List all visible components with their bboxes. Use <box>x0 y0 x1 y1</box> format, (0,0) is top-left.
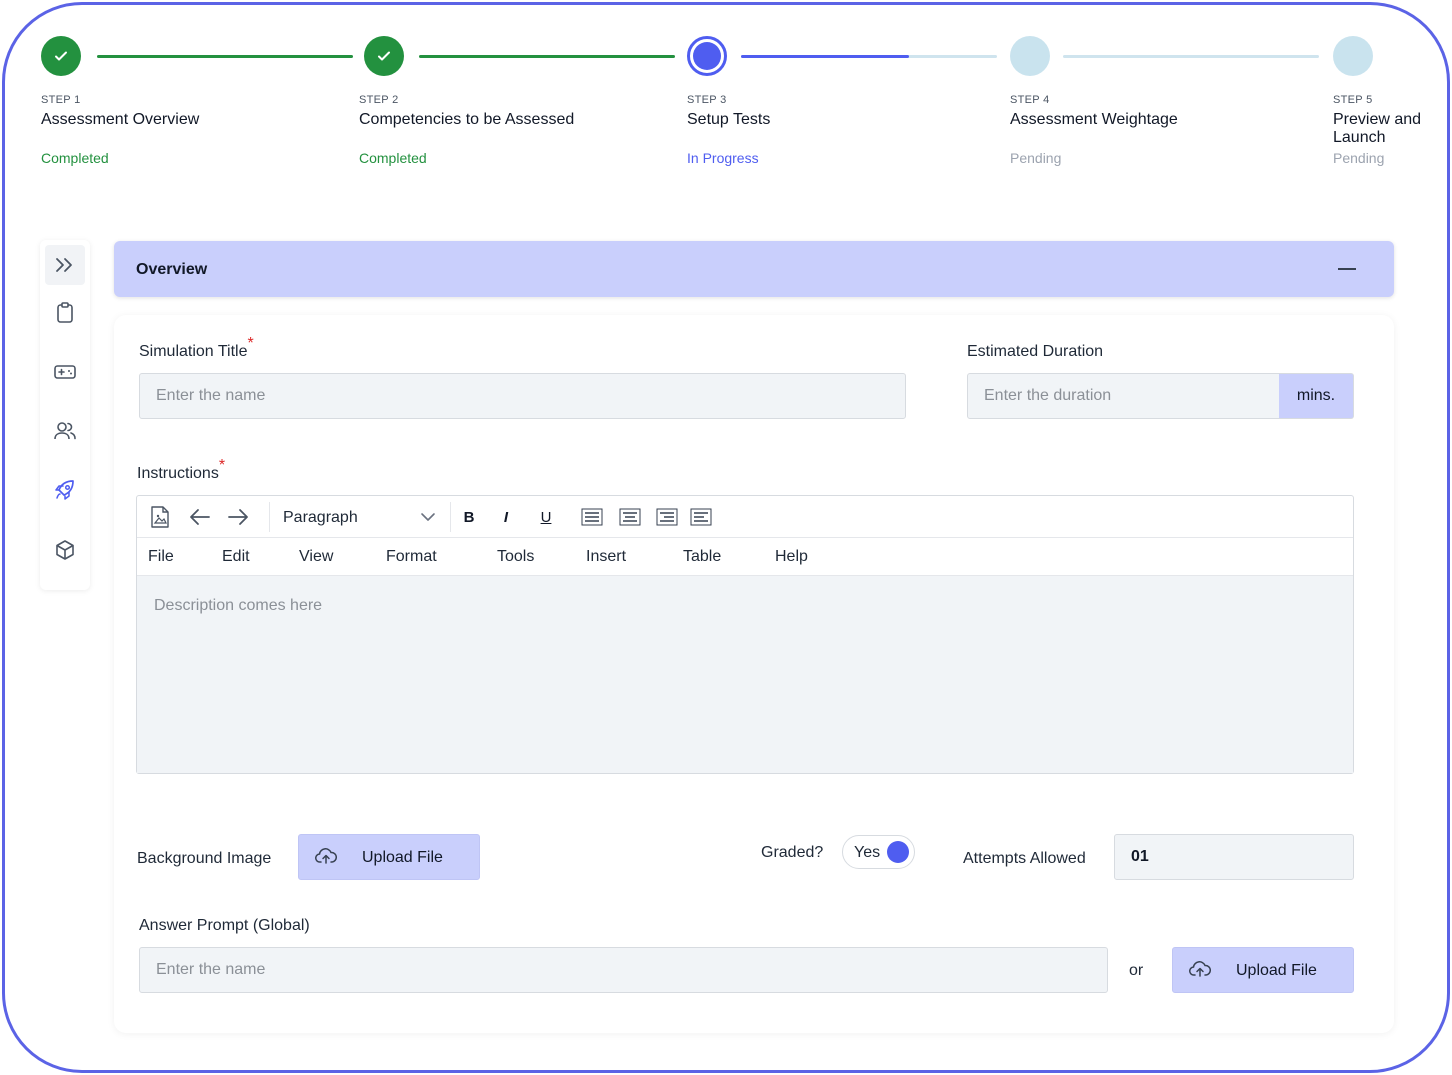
answer-prompt-upload-button[interactable]: Upload File <box>1172 947 1354 993</box>
menu-format[interactable]: Format <box>386 548 437 566</box>
pending-indicator <box>1333 36 1373 76</box>
step-number: STEP 5 <box>1333 94 1373 106</box>
graded-label: Graded? <box>761 844 824 861</box>
step-status: Pending <box>1333 150 1385 166</box>
insert-image-icon[interactable] <box>145 496 175 538</box>
simulation-title-label: Simulation Title* <box>139 335 254 360</box>
or-separator: or <box>1129 962 1144 979</box>
menu-help[interactable]: Help <box>775 548 808 566</box>
background-image-label: Background Image <box>137 850 272 867</box>
step-title: Competencies to be Assessed <box>359 111 575 128</box>
instructions-label: Instructions* <box>137 457 226 482</box>
upload-label: Upload File <box>1236 962 1317 979</box>
step-title: Setup Tests <box>687 111 771 128</box>
duration-input[interactable] <box>967 373 1280 419</box>
upload-label: Upload File <box>362 849 443 866</box>
menu-file[interactable]: File <box>148 548 174 566</box>
answer-prompt-label: Answer Prompt (Global) <box>139 917 310 934</box>
connector-4 <box>1063 55 1319 58</box>
step-status: Pending <box>1010 150 1062 166</box>
graded-toggle[interactable]: Yes <box>842 835 915 869</box>
editor-menubar: File Edit View Format Tools Insert Table… <box>137 538 1353 576</box>
cloud-upload-icon <box>315 847 338 870</box>
section-title: Overview <box>136 261 208 278</box>
side-toolbar <box>40 240 90 590</box>
pending-indicator <box>1010 36 1050 76</box>
connector-2 <box>419 55 675 58</box>
align-justify-icon[interactable] <box>579 496 605 538</box>
connector-3-progress <box>741 55 909 58</box>
in-progress-indicator <box>687 36 727 76</box>
required-mark: * <box>218 457 226 474</box>
cloud-upload-icon <box>1189 960 1212 983</box>
background-upload-button[interactable]: Upload File <box>298 834 480 880</box>
duration-unit: mins. <box>1279 373 1354 419</box>
simulation-title-input[interactable] <box>139 373 906 419</box>
step-2[interactable]: STEP 2 Competencies to be Assessed Compl… <box>359 36 574 166</box>
check-icon <box>364 36 404 76</box>
expand-icon[interactable] <box>45 245 85 285</box>
step-number: STEP 3 <box>687 94 727 106</box>
toolbar-divider <box>269 502 270 532</box>
undo-icon[interactable] <box>185 496 215 538</box>
underline-button[interactable]: U <box>534 496 558 538</box>
menu-view[interactable]: View <box>299 548 333 566</box>
step-5[interactable]: STEP 5 Preview and Launch Pending <box>1333 36 1421 166</box>
step-status: Completed <box>41 150 109 166</box>
menu-edit[interactable]: Edit <box>222 548 250 566</box>
overview-section-header[interactable]: Overview <box>114 241 1394 297</box>
check-icon <box>41 36 81 76</box>
block-format-select[interactable]: Paragraph <box>277 496 442 538</box>
step-number: STEP 1 <box>41 94 81 106</box>
toggle-knob <box>887 841 909 863</box>
step-1[interactable]: STEP 1 Assessment Overview Completed <box>41 36 199 166</box>
clipboard-icon[interactable] <box>45 293 85 333</box>
answer-prompt-input[interactable] <box>139 947 1108 993</box>
step-title: Assessment Weightage <box>1010 111 1178 128</box>
redo-icon[interactable] <box>223 496 253 538</box>
rocket-icon[interactable] <box>45 470 85 510</box>
step-number: STEP 4 <box>1010 94 1050 106</box>
menu-insert[interactable]: Insert <box>586 548 626 566</box>
connector-1 <box>97 55 353 58</box>
chevron-down-icon <box>421 513 435 521</box>
menu-table[interactable]: Table <box>683 548 721 566</box>
required-mark: * <box>247 335 254 352</box>
step-status: Completed <box>359 150 427 166</box>
attempts-allowed-label: Attempts Allowed <box>963 850 1086 867</box>
rich-text-editor: Paragraph B I U File Edit View Format To… <box>136 495 1354 774</box>
step-number: STEP 2 <box>359 94 399 106</box>
gamepad-icon[interactable] <box>45 352 85 392</box>
editor-toolbar: Paragraph B I U <box>137 496 1353 538</box>
block-format-value: Paragraph <box>283 509 358 526</box>
toolbar-divider <box>450 502 451 532</box>
align-center-icon[interactable] <box>617 496 643 538</box>
menu-tools[interactable]: Tools <box>497 548 534 566</box>
toggle-value: Yes <box>854 844 881 861</box>
estimated-duration-label: Estimated Duration <box>967 343 1104 360</box>
editor-placeholder: Description comes here <box>154 597 323 614</box>
align-right-icon[interactable] <box>654 496 680 538</box>
italic-button[interactable]: I <box>494 496 518 538</box>
step-title: Assessment Overview <box>41 111 200 128</box>
step-status: In Progress <box>687 150 759 166</box>
bold-button[interactable]: B <box>457 496 481 538</box>
align-left-icon[interactable] <box>688 496 714 538</box>
step-title: Preview and Launch <box>1333 111 1422 146</box>
step-4[interactable]: STEP 4 Assessment Weightage Pending <box>1010 36 1178 166</box>
attempts-allowed-input[interactable]: 01 <box>1114 834 1354 880</box>
step-3[interactable]: STEP 3 Setup Tests In Progress <box>687 36 770 166</box>
collapse-icon[interactable] <box>1338 268 1356 270</box>
users-icon[interactable] <box>45 411 85 451</box>
editor-content-area[interactable]: Description comes here <box>137 576 1353 773</box>
cube-icon[interactable] <box>45 530 85 570</box>
